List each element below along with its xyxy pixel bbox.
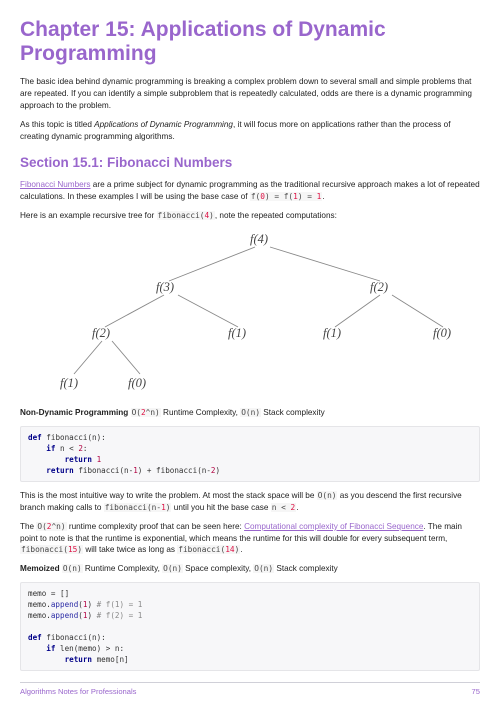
tree-node: f(4)	[250, 232, 268, 246]
text: This is the most intuitive way to write …	[20, 491, 317, 500]
chapter-title: Chapter 15: Applications of Dynamic Prog…	[20, 18, 480, 66]
complexity-proof-link[interactable]: Computational complexity of Fibonacci Se…	[244, 522, 423, 531]
inline-code: O(n)	[162, 564, 183, 573]
text: until you hit the base case	[171, 503, 270, 512]
tree-node: f(0)	[433, 326, 451, 340]
inline-code: O(2^n)	[131, 408, 161, 417]
paragraph: The O(2^n) runtime complexity proof that…	[20, 521, 480, 557]
complexity-line-nondp: Non-Dynamic Programming O(2^n) Runtime C…	[20, 407, 480, 419]
text: , note the repeated computations:	[215, 211, 337, 220]
text: Space complexity,	[183, 564, 253, 573]
tree-node: f(3)	[156, 280, 174, 294]
inline-code: O(2^n)	[36, 522, 66, 531]
paragraph: Here is an example recursive tree for fi…	[20, 210, 480, 222]
inline-code: O(n)	[62, 564, 83, 573]
section-title: Section 15.1: Fibonacci Numbers	[20, 153, 480, 173]
text: Runtime Complexity,	[83, 564, 162, 573]
tree-node: f(1)	[60, 376, 78, 390]
inline-code: O(n)	[253, 564, 274, 573]
text: will take twice as long as	[83, 545, 177, 554]
inline-code: O(n)	[240, 408, 261, 417]
footer-page-number: 75	[472, 686, 480, 697]
paragraph: This is the most intuitive way to write …	[20, 490, 480, 514]
text: As this topic is titled	[20, 120, 94, 129]
text: .	[296, 503, 298, 512]
inline-code: fibonacci(4)	[157, 211, 215, 220]
page-footer: Algorithms Notes for Professionals 75	[20, 682, 480, 697]
recursion-tree-diagram: f(4) f(3) f(2) f(2) f(1) f(1) f(0) f(1) …	[30, 229, 470, 399]
tree-node: f(2)	[370, 280, 388, 294]
code-block-nondp: def fibonacci(n): if n < 2: return 1 ret…	[20, 426, 480, 482]
tree-node: f(1)	[323, 326, 341, 340]
inline-code: n < 2	[271, 503, 296, 512]
text: Stack complexity	[261, 408, 325, 417]
text: Here is an example recursive tree for	[20, 211, 157, 220]
inline-code: f(0) = f(1) = 1	[250, 192, 322, 201]
tree-node: f(1)	[228, 326, 246, 340]
tree-node: f(2)	[92, 326, 110, 340]
text: runtime complexity proof that can be see…	[67, 522, 245, 531]
text: The	[20, 522, 36, 531]
complexity-line-memo: Memoized O(n) Runtime Complexity, O(n) S…	[20, 563, 480, 575]
topic-title-em: Applications of Dynamic Programming	[94, 120, 233, 129]
inline-code: O(n)	[317, 491, 338, 500]
inline-code: fibonacci(n-1)	[104, 503, 172, 512]
text: .	[240, 545, 242, 554]
intro-paragraph-1: The basic idea behind dynamic programmin…	[20, 76, 480, 112]
intro-paragraph-2: As this topic is titled Applications of …	[20, 119, 480, 143]
text: Stack complexity	[274, 564, 338, 573]
inline-code: fibonacci(14)	[177, 545, 240, 554]
text: .	[322, 192, 324, 201]
inline-code: fibonacci(15)	[20, 545, 83, 554]
code-block-memo: memo = [] memo.append(1) # f(1) = 1 memo…	[20, 582, 480, 671]
paragraph: Fibonacci Numbers are a prime subject fo…	[20, 179, 480, 203]
fibonacci-link[interactable]: Fibonacci Numbers	[20, 180, 91, 189]
label: Memoized	[20, 564, 62, 573]
label: Non-Dynamic Programming	[20, 408, 131, 417]
tree-node: f(0)	[128, 376, 146, 390]
footer-book-title: Algorithms Notes for Professionals	[20, 686, 136, 697]
text: Runtime Complexity,	[161, 408, 240, 417]
